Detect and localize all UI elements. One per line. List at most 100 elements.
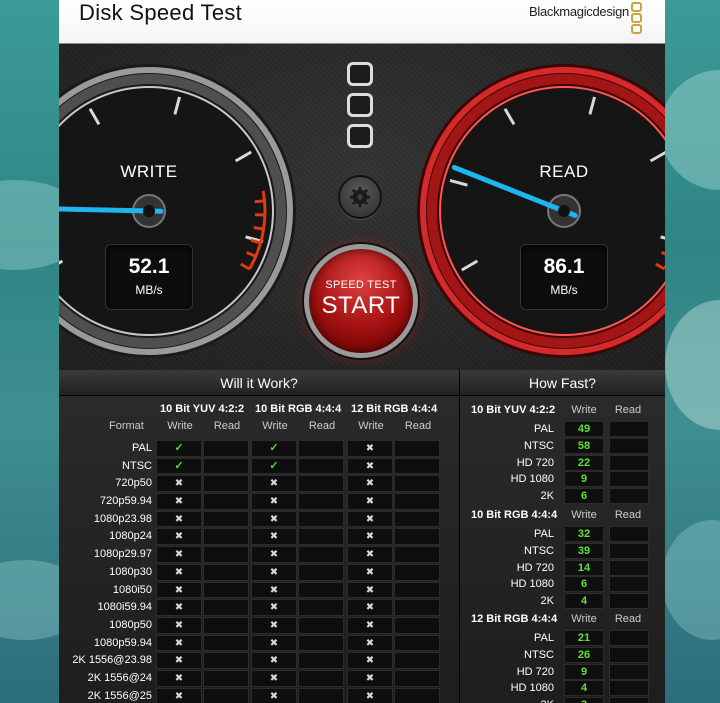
write-result-cell: ✖ — [251, 528, 297, 546]
read-fps-value — [609, 680, 649, 697]
read-fps-value — [609, 576, 649, 593]
read-result-cell — [394, 440, 440, 457]
read-column-header: Read — [614, 509, 642, 521]
format-label: NTSC — [122, 459, 152, 472]
write-gauge-label: WRITE — [120, 162, 178, 181]
read-fps-value — [609, 421, 649, 438]
read-fps-value — [609, 593, 649, 610]
format-label: 1080p23.98 — [93, 512, 152, 525]
write-fps-value: 39 — [564, 542, 604, 559]
check-icon: ✓ — [174, 459, 184, 472]
will-group-title: 10 Bit RGB 4:4:4 — [255, 403, 342, 415]
read-result-cell — [203, 528, 249, 546]
cross-icon: ✖ — [365, 655, 375, 667]
read-result-cell — [203, 669, 249, 687]
format-label: 2K — [540, 490, 554, 503]
read-result-cell — [203, 475, 249, 493]
read-fps-value — [609, 526, 649, 543]
cross-icon: ✖ — [365, 496, 375, 508]
read-result-cell — [394, 634, 440, 652]
gear-icon — [349, 186, 371, 208]
read-result-cell — [298, 475, 344, 493]
check-icon: ✓ — [174, 442, 184, 454]
format-label: HD 1080 — [510, 682, 554, 695]
read-speed-value: 86.1 — [543, 255, 585, 278]
read-result-cell — [298, 669, 344, 687]
write-speed-display: 52.1 MB/s — [105, 244, 193, 310]
read-result-cell — [298, 687, 344, 703]
read-result-cell — [298, 581, 344, 599]
gauge-redline-tick — [254, 199, 265, 204]
read-fps-value — [609, 646, 649, 663]
cross-icon: ✖ — [365, 584, 375, 596]
read-result-cell — [394, 652, 440, 669]
read-column-header: Read — [213, 420, 241, 432]
cross-icon: ✖ — [174, 549, 184, 561]
read-result-cell — [203, 581, 249, 599]
brand-logo-text: Blackmagicdesign — [529, 4, 629, 19]
read-result-cell — [298, 510, 344, 528]
write-result-cell: ✖ — [156, 475, 202, 493]
gauge-redline-tick — [253, 226, 264, 231]
read-column-header: Read — [308, 420, 336, 432]
format-label: NTSC — [524, 439, 554, 452]
write-result-cell: ✖ — [251, 546, 297, 563]
write-fps-value: 49 — [564, 421, 604, 438]
read-result-cell — [394, 493, 440, 510]
format-label: 2K 1556@23.98 — [72, 654, 152, 667]
start-button[interactable]: SPEED TEST START — [304, 244, 418, 358]
write-result-cell: ✖ — [347, 493, 393, 510]
read-speed-display: 86.1 MB/s — [520, 244, 608, 310]
format-label: 1080p24 — [109, 530, 152, 543]
cross-icon: ✖ — [269, 690, 279, 702]
read-result-cell — [298, 616, 344, 634]
how-group-title: 12 Bit RGB 4:4:4 — [471, 613, 558, 625]
read-result-cell — [394, 510, 440, 528]
cross-icon: ✖ — [269, 496, 279, 508]
read-result-cell — [203, 457, 249, 475]
wallpaper-wave — [665, 300, 720, 430]
write-result-cell: ✖ — [156, 546, 202, 563]
read-gauge: READ 86.1 MB/s — [414, 61, 665, 361]
cross-icon: ✖ — [174, 566, 184, 578]
needle-cap — [558, 205, 570, 217]
read-result-cell — [203, 493, 249, 510]
format-label: 1080p29.97 — [93, 548, 152, 561]
format-label: 1080i50 — [112, 583, 152, 596]
format-label: 720p50 — [115, 477, 152, 490]
read-result-cell — [203, 652, 249, 669]
write-result-cell: ✖ — [156, 563, 202, 581]
write-fps-value: 58 — [564, 437, 604, 454]
cross-icon: ✖ — [365, 672, 375, 684]
read-result-cell — [298, 652, 344, 669]
settings-button[interactable] — [338, 175, 382, 219]
read-fps-value — [609, 471, 649, 488]
cross-icon: ✖ — [269, 619, 279, 631]
write-result-cell: ✖ — [347, 687, 393, 703]
write-result-cell: ✖ — [156, 687, 202, 703]
read-result-cell — [394, 457, 440, 475]
write-column-header: Write — [571, 509, 597, 521]
format-label: 2K 1556@24 — [87, 671, 152, 684]
read-result-cell — [203, 634, 249, 652]
cross-icon: ✖ — [174, 637, 184, 649]
read-result-cell — [203, 616, 249, 634]
check-icon: ✓ — [269, 459, 279, 472]
write-result-cell: ✖ — [347, 457, 393, 475]
cross-icon: ✖ — [365, 478, 375, 490]
read-result-cell — [298, 457, 344, 475]
format-label: 2K 1556@25 — [87, 689, 152, 702]
format-label: HD 720 — [516, 665, 554, 678]
read-result-cell — [298, 493, 344, 510]
cross-icon: ✖ — [365, 531, 375, 543]
drive-tiles-icon[interactable] — [347, 62, 375, 155]
format-label: 1080p59.94 — [93, 636, 152, 649]
write-result-cell: ✖ — [347, 616, 393, 634]
how-fast-panel: 10 Bit YUV 4:2:2 Write Read PAL 49 NTSC 58 HD 7… — [459, 396, 665, 703]
write-result-cell: ✖ — [156, 581, 202, 599]
read-result-cell — [203, 687, 249, 703]
cross-icon: ✖ — [269, 549, 279, 561]
write-result-cell: ✓ — [156, 440, 202, 457]
read-result-cell — [394, 581, 440, 599]
cross-icon: ✖ — [269, 637, 279, 649]
